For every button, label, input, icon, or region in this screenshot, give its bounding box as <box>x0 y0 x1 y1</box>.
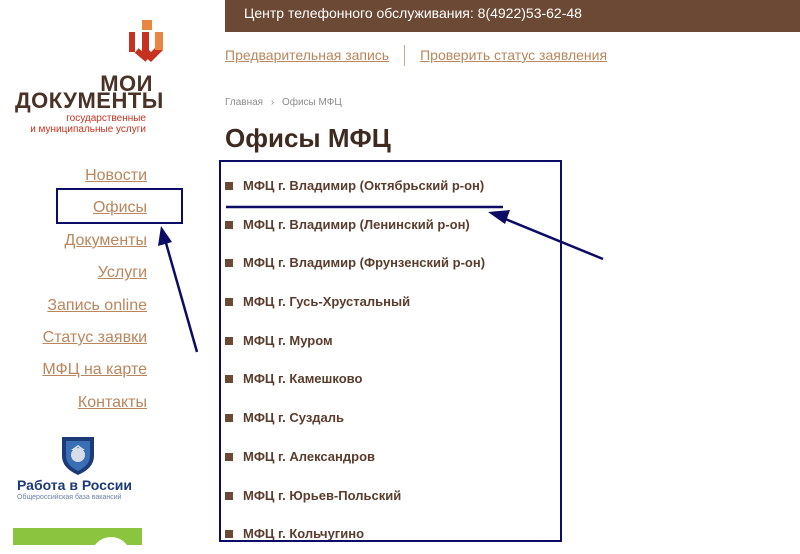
breadcrumb-current: Офисы МФЦ <box>281 97 342 108</box>
bullet-icon <box>225 375 233 384</box>
office-item[interactable]: МФЦ г. Гусь-Хрустальный <box>225 283 555 322</box>
office-label: МФЦ г. Кольчугино <box>243 526 365 542</box>
rabota-subtitle: Общероссийская база вакансий <box>17 494 122 501</box>
nav-item-news[interactable]: Новости <box>0 162 147 194</box>
green-banner[interactable] <box>13 528 142 545</box>
office-item[interactable]: МФЦ г. Камешково <box>225 360 555 399</box>
banner-circle-icon <box>91 537 131 545</box>
office-item[interactable]: МФЦ г. Юрьев-Польский <box>225 477 555 516</box>
breadcrumb-separator: › <box>270 97 275 108</box>
nav-item-offices[interactable]: Офисы <box>0 194 147 226</box>
bullet-icon <box>225 491 233 500</box>
office-item[interactable]: МФЦ г. Кольчугино <box>225 515 555 554</box>
breadcrumb-home[interactable]: Главная <box>225 97 263 108</box>
bullet-icon <box>225 220 233 229</box>
phone-bar: Центр телефонного обслуживания: 8(4922)5… <box>225 0 800 32</box>
link-divider <box>404 44 406 66</box>
nav-item-online-booking[interactable]: Запись online <box>0 292 147 324</box>
breadcrumb: Главная › Офисы МФЦ <box>225 97 342 108</box>
rabota-title[interactable]: Работа в России <box>17 477 147 493</box>
nav-item-contacts[interactable]: Контакты <box>0 389 147 421</box>
office-label: МФЦ г. Владимир (Ленинский р-он) <box>243 216 470 232</box>
logo-subtitle-line1: государственные <box>66 113 146 124</box>
nav-item-documents[interactable]: Документы <box>0 227 147 259</box>
appointment-link[interactable]: Предварительная запись <box>225 47 389 63</box>
nav-item-map[interactable]: МФЦ на карте <box>0 356 147 388</box>
office-label: МФЦ г. Владимир (Фрунзенский р-он) <box>243 255 486 271</box>
phone-text: Центр телефонного обслуживания: 8(4922)5… <box>244 5 582 21</box>
office-label: МФЦ г. Владимир (Октябрьский р-он) <box>243 178 485 193</box>
office-label: МФЦ г. Юрьев-Польский <box>243 487 402 503</box>
logo-subtitle-line2: и муниципальные услуги <box>30 124 146 135</box>
emblem-icon[interactable] <box>58 434 98 476</box>
nav-item-request-status[interactable]: Статус заявки <box>0 324 147 356</box>
office-item[interactable]: МФЦ г. Владимир (Ленинский р-он) <box>225 206 555 245</box>
bullet-icon <box>225 298 233 307</box>
top-links: Предварительная запись Проверить статус … <box>225 44 607 66</box>
office-label: МФЦ г. Камешково <box>243 371 363 387</box>
bullet-icon <box>225 452 233 461</box>
bullet-icon <box>225 259 233 268</box>
bullet-icon <box>225 414 233 423</box>
office-label: МФЦ г. Суздаль <box>243 410 345 426</box>
bullet-icon <box>225 530 233 539</box>
logo-text-documents: ДОКУМЕНТЫ <box>15 88 164 113</box>
offices-list: МФЦ г. Владимир (Октябрьский р-он) МФЦ г… <box>225 167 555 554</box>
office-item[interactable]: МФЦ г. Владимир (Фрунзенский р-он) <box>225 244 555 283</box>
page-title: Офисы МФЦ <box>225 123 391 153</box>
office-item[interactable]: МФЦ г. Александров <box>225 438 555 477</box>
office-label: МФЦ г. Александров <box>243 448 376 464</box>
bullet-icon <box>225 336 233 345</box>
office-item[interactable]: МФЦ г. Суздаль <box>225 399 555 438</box>
logo-icon[interactable] <box>127 20 165 68</box>
logo-subtitle: государственные и муниципальные услуги <box>0 113 146 135</box>
office-item[interactable]: МФЦ г. Владимир (Октябрьский р-он) <box>225 167 555 206</box>
nav-item-services[interactable]: Услуги <box>0 259 147 291</box>
check-status-link[interactable]: Проверить статус заявления <box>420 47 607 63</box>
office-item[interactable]: МФЦ г. Муром <box>225 322 555 361</box>
office-label: МФЦ г. Муром <box>243 332 333 348</box>
sidebar-nav: Новости Офисы Документы Услуги Запись on… <box>0 162 147 421</box>
bullet-icon <box>225 182 233 190</box>
office-label: МФЦ г. Гусь-Хрустальный <box>243 294 411 310</box>
